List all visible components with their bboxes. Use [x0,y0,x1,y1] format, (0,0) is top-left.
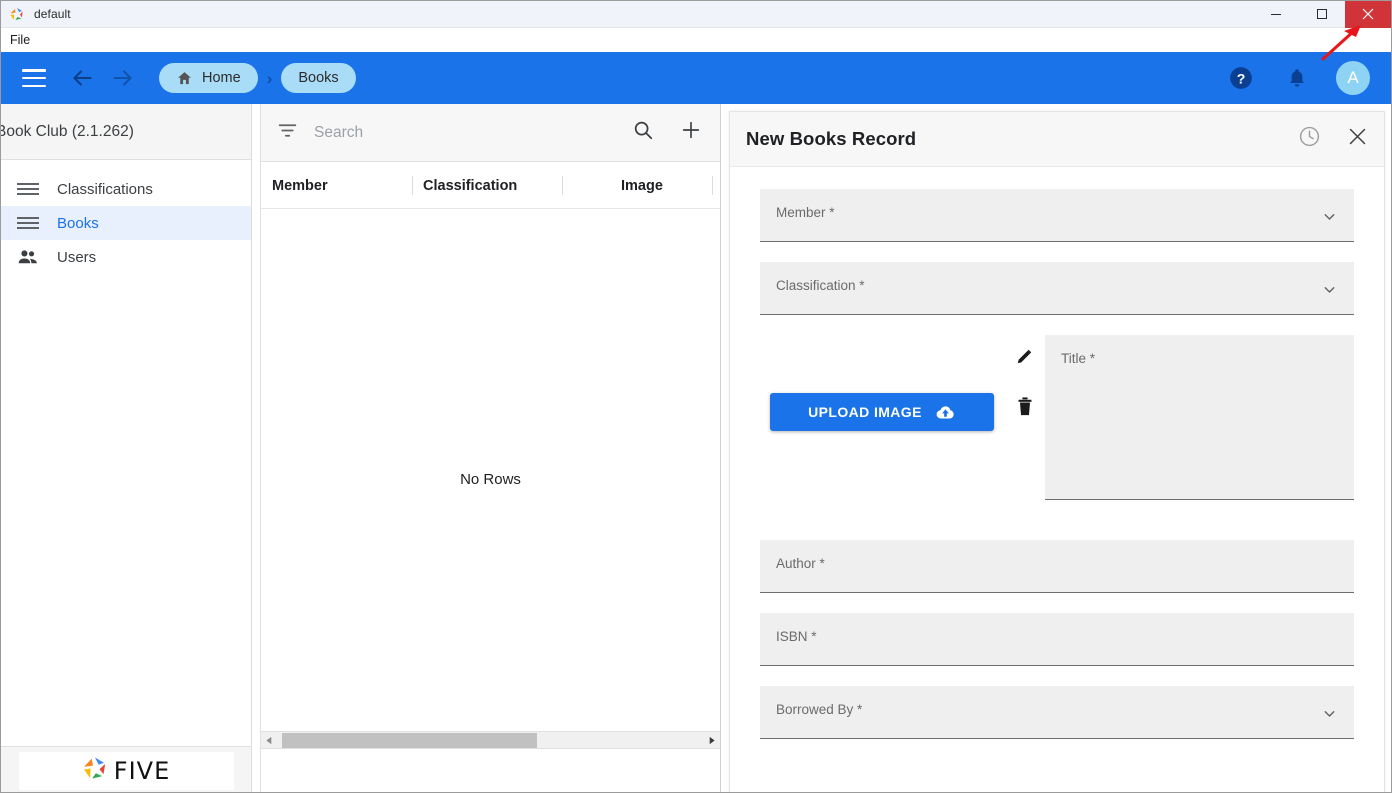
column-divider[interactable] [562,176,563,195]
breadcrumb-item-books[interactable]: Books [281,63,356,93]
breadcrumb-separator: › [266,68,273,88]
search-input[interactable] [314,123,622,142]
breadcrumb-item-home[interactable]: Home [159,63,258,93]
sidebar-title: Book Club (2.1.262) [0,122,134,140]
home-icon [176,70,193,87]
scroll-left-arrow-icon[interactable] [261,732,278,749]
forward-arrow-icon[interactable] [106,61,140,95]
page-title: New Books Record [746,128,917,149]
column-header-image[interactable]: Image [621,178,663,194]
field-isbn[interactable]: ISBN * [760,613,1354,666]
field-classification[interactable]: Classification * [760,262,1354,315]
window-controls [1253,1,1391,28]
trash-icon[interactable] [1017,397,1033,421]
help-icon[interactable]: ? [1228,65,1254,91]
record-panel: New Books Record Member * Classification… [729,111,1385,792]
menu-bar: File [1,28,1391,52]
back-arrow-icon[interactable] [65,61,99,95]
record-form: Member * Classification * UPLOAD IMAGE T… [730,167,1384,739]
list-panel: Member Classification Image No Rows [260,104,721,792]
image-and-title-row: UPLOAD IMAGE Title * [760,335,1354,520]
chevron-down-icon[interactable] [1321,208,1338,230]
list-icon [17,181,43,197]
sidebar-item-label: Classifications [57,180,153,198]
minimize-icon[interactable] [1253,1,1299,28]
close-icon[interactable] [1345,1,1391,28]
sidebar-nav: Classifications Books Users [1,160,251,274]
avatar[interactable]: A [1336,61,1370,95]
title-bar: default [1,1,1391,28]
field-label-member: Member * [776,205,835,220]
avatar-initial: A [1347,68,1359,87]
image-actions [1015,335,1045,500]
column-header-classification[interactable]: Classification [423,178,517,194]
svg-text:?: ? [1237,70,1246,86]
record-panel-header: New Books Record [730,112,1384,167]
hamburger-menu-icon[interactable] [22,69,46,87]
image-upload-area: UPLOAD IMAGE [760,335,1015,500]
list-icon [17,215,43,231]
field-title-wrapper: Title * [1045,335,1354,520]
field-label-title: Title * [1061,351,1096,366]
scrollbar-thumb[interactable] [282,732,537,748]
upload-image-button[interactable]: UPLOAD IMAGE [770,393,994,431]
field-label-author: Author * [776,556,825,571]
people-icon [17,249,43,265]
sidebar-header: Book Club (2.1.262) [1,104,251,160]
pencil-icon[interactable] [1015,347,1034,371]
history-clock-icon[interactable] [1298,125,1321,153]
chevron-down-icon[interactable] [1321,705,1338,727]
record-panel-actions [1272,125,1368,153]
sidebar-item-books[interactable]: Books [1,206,251,240]
sidebar-item-label: Books [57,214,99,232]
five-logo-icon [82,755,108,786]
bell-icon[interactable] [1286,67,1308,89]
app-toolbar: Home › Books ? A [1,52,1391,104]
column-divider[interactable] [712,176,713,195]
application-window: default File Home › Books ? A Book Club … [0,0,1392,793]
five-logo-icon [9,6,25,22]
column-header-member[interactable]: Member [272,178,328,194]
horizontal-scrollbar[interactable] [261,731,720,749]
five-logo-text: FIVE [113,756,171,785]
sidebar-item-label: Users [57,248,97,266]
scroll-right-arrow-icon[interactable] [703,732,720,749]
scrollbar-track[interactable] [278,732,703,749]
field-borrowed-by[interactable]: Borrowed By * [760,686,1354,739]
field-author[interactable]: Author * [760,540,1354,593]
cloud-upload-icon [935,404,956,421]
search-icon[interactable] [632,119,654,146]
column-divider[interactable] [412,176,413,195]
filter-icon[interactable] [277,120,298,146]
maximize-icon[interactable] [1299,1,1345,28]
field-label-isbn: ISBN * [776,629,817,644]
field-title[interactable]: Title * [1045,335,1354,500]
window-title: default [34,7,71,21]
table-header: Member Classification Image [261,162,720,209]
sidebar: Book Club (2.1.262) Classifications Book… [1,104,252,792]
app-toolbar-actions: ? A [1228,61,1391,95]
plus-icon[interactable] [680,119,702,146]
breadcrumb: Home › Books [159,63,356,93]
upload-image-label: UPLOAD IMAGE [808,404,922,420]
field-member[interactable]: Member * [760,189,1354,242]
chevron-down-icon[interactable] [1321,281,1338,303]
sidebar-item-classifications[interactable]: Classifications [1,172,251,206]
menu-item-file[interactable]: File [4,33,36,47]
field-label-borrowed-by: Borrowed By * [776,702,863,717]
sidebar-footer: FIVE [1,746,251,792]
list-panel-footer [261,749,720,792]
breadcrumb-label-home: Home [202,70,241,86]
table-empty-state: No Rows [261,209,720,749]
list-search-bar [261,104,720,162]
breadcrumb-label-books: Books [298,70,339,86]
five-logo: FIVE [18,751,234,790]
empty-message: No Rows [460,470,521,488]
field-label-classification: Classification * [776,278,865,293]
sidebar-item-users[interactable]: Users [1,240,251,274]
close-icon[interactable] [1347,126,1368,152]
